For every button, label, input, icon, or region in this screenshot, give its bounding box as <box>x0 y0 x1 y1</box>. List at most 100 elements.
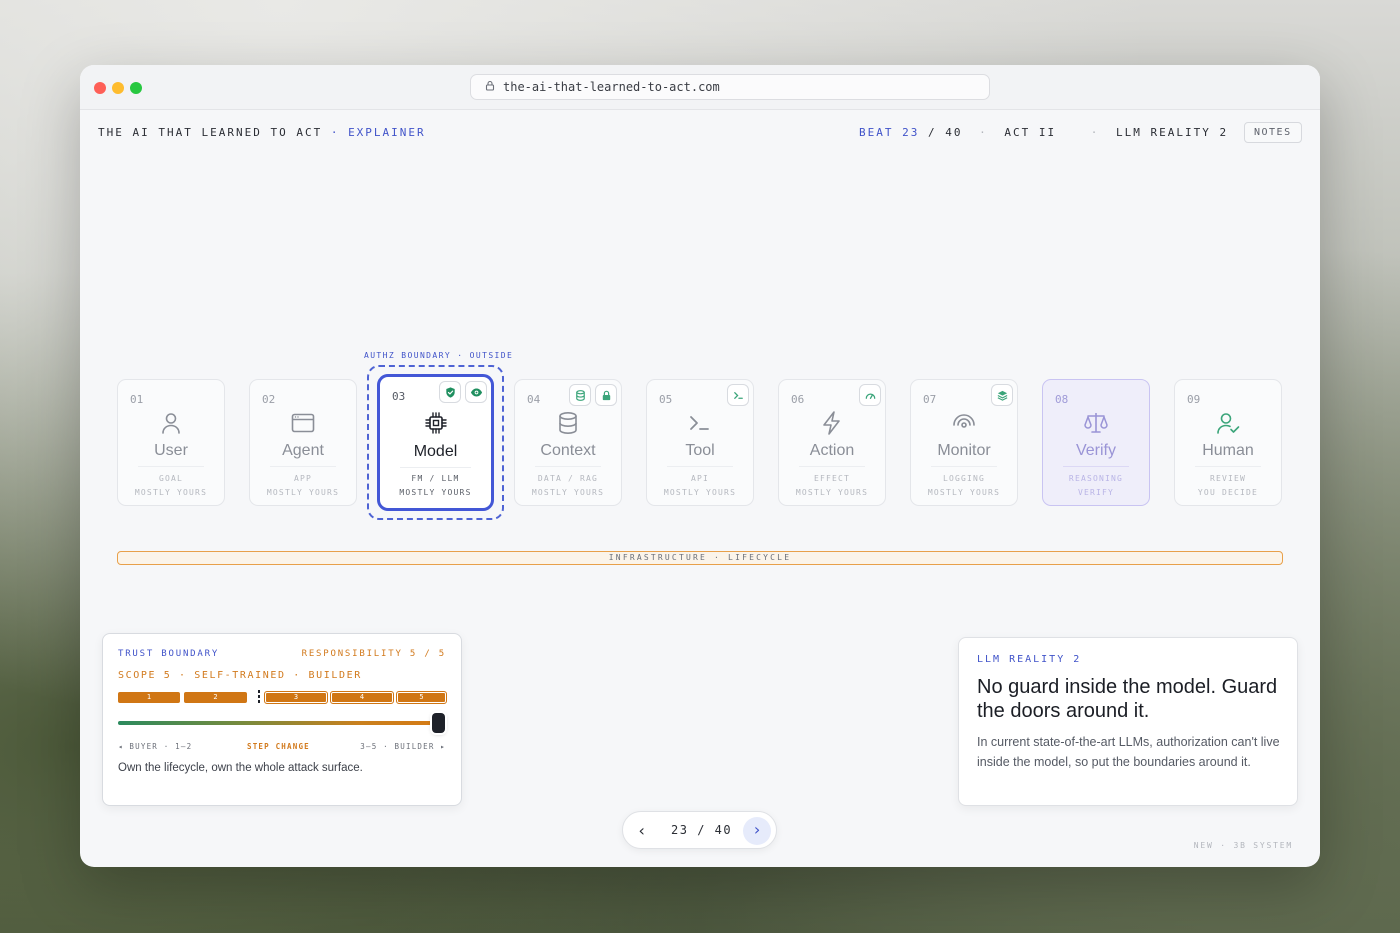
scale-step-change-label: STEP CHANGE <box>247 742 310 751</box>
pipeline-card-tool[interactable]: 05 Tool API MOSTLY YOURS <box>646 379 754 506</box>
card-number: 01 <box>130 393 144 406</box>
card-number: 08 <box>1055 393 1069 406</box>
reality-body: In current state-of-the-art LLMs, author… <box>977 735 1280 769</box>
next-button[interactable]: › <box>743 817 771 845</box>
reality-heading: No guard inside the model. Guard the doo… <box>977 676 1278 722</box>
nav-dot: · <box>1090 126 1100 139</box>
responsibility-score: RESPONSIBILITY 5 / 5 <box>301 649 446 659</box>
card-title: Human <box>1202 442 1254 459</box>
minimize-window-button[interactable] <box>112 82 124 94</box>
shield-check-icon <box>439 381 461 403</box>
card-title: Verify <box>1075 442 1116 459</box>
scope-segment-3[interactable]: 3 <box>264 691 328 704</box>
address-bar[interactable]: the-ai-that-learned-to-act.com <box>470 74 990 100</box>
previous-button[interactable]: ‹ <box>637 821 647 840</box>
card-ownership: YOU DECIDE <box>1197 488 1259 497</box>
card-role: GOAL <box>158 474 184 483</box>
brand-subtitle: EXPLAINER <box>348 126 426 139</box>
pipeline-card-action[interactable]: 06 Action EFFECT MOSTLY YOURS <box>778 379 886 506</box>
card-ownership: MOSTLY YOURS <box>399 488 472 497</box>
eye-icon <box>465 381 487 403</box>
card-title: Monitor <box>937 442 991 459</box>
card-role: API <box>690 474 710 483</box>
pipeline-card-monitor[interactable]: 07 Monitor LOGGING MOSTLY YOURS <box>910 379 1018 506</box>
close-window-button[interactable] <box>94 82 106 94</box>
card-number: 02 <box>262 393 276 406</box>
scale-icon <box>1083 410 1109 436</box>
browser-window: the-ai-that-learned-to-act.com THE AI TH… <box>80 65 1320 867</box>
trust-boundary-title: TRUST BOUNDARY <box>118 649 220 659</box>
url-text: the-ai-that-learned-to-act.com <box>503 80 720 94</box>
pipeline-card-human[interactable]: 09 Human REVIEW YOU DECIDE <box>1174 379 1282 506</box>
card-badges <box>439 381 487 403</box>
card-role: LOGGING <box>942 474 986 483</box>
card-badges <box>859 384 881 406</box>
scope-slider-thumb[interactable] <box>432 713 445 733</box>
card-role: EFFECT <box>813 474 851 483</box>
card-number: 04 <box>527 393 541 406</box>
scope-segment-5[interactable]: 5 <box>396 691 447 704</box>
gauge-icon <box>859 384 881 406</box>
maximize-window-button[interactable] <box>130 82 142 94</box>
card-ownership: MOSTLY YOURS <box>134 488 208 497</box>
scale-buyer-label: ◂ BUYER · 1–2 <box>118 742 193 751</box>
card-divider <box>270 466 336 467</box>
scope-segment-2[interactable]: 2 <box>184 692 247 703</box>
step-change-marker <box>258 690 260 705</box>
beat-current: 23 <box>902 126 920 139</box>
pipeline-card-context[interactable]: 04 Context DATA / RAG MOSTLY YOURS <box>514 379 622 506</box>
card-title: Action <box>809 442 855 459</box>
card-number: 09 <box>1187 393 1201 406</box>
trust-description: Own the lifecycle, own the whole attack … <box>118 762 363 774</box>
pipeline-card-user[interactable]: 01 User GOAL MOSTLY YOURS <box>117 379 225 506</box>
scope-segment-4[interactable]: 4 <box>330 691 394 704</box>
brand: THE AI THAT LEARNED TO ACT · EXPLAINER <box>98 126 426 139</box>
card-divider <box>1063 466 1129 467</box>
card-divider <box>138 466 204 467</box>
cpu-chip-icon <box>423 410 449 436</box>
slide-pager: ‹ 23 / 40 › <box>622 811 777 849</box>
pipeline-card-model[interactable]: 03 Model FM / LLM MOSTLY YOURS <box>377 374 494 511</box>
database-icon <box>555 410 581 436</box>
card-ownership: MOSTLY YOURS <box>927 488 1001 497</box>
title-bar: the-ai-that-learned-to-act.com <box>80 65 1320 110</box>
card-number: 07 <box>923 393 937 406</box>
page-count: 23 / 40 <box>671 823 732 837</box>
progress-indicator: BEAT 23 / 40 · ACT II · LLM REALITY 2 <box>859 126 1228 139</box>
pipeline-card-agent[interactable]: 02 Agent APP MOSTLY YOURS <box>249 379 357 506</box>
card-divider <box>799 466 865 467</box>
card-ownership: MOSTLY YOURS <box>663 488 737 497</box>
card-divider <box>931 466 997 467</box>
lightning-icon <box>819 410 845 436</box>
scale-builder-label: 3–5 · BUILDER ▸ <box>360 742 446 751</box>
lock-icon <box>485 80 495 94</box>
user-check-icon <box>1215 410 1241 436</box>
act-label: ACT II <box>1004 126 1057 139</box>
pipeline-card-verify[interactable]: 08 Verify REASONING VERIFY <box>1042 379 1150 506</box>
card-role: REASONING <box>1068 474 1124 483</box>
card-badges <box>991 384 1013 406</box>
trust-boundary-panel: TRUST BOUNDARY RESPONSIBILITY 5 / 5 SCOP… <box>102 633 462 806</box>
card-divider <box>535 466 601 467</box>
card-role: APP <box>293 474 313 483</box>
card-ownership: MOSTLY YOURS <box>266 488 340 497</box>
scope-segment-1[interactable]: 1 <box>118 692 180 703</box>
notes-button[interactable]: NOTES <box>1244 122 1302 143</box>
brand-title: THE AI THAT LEARNED TO ACT <box>98 126 323 139</box>
page-total: 40 <box>714 823 733 837</box>
card-role: REVIEW <box>1209 474 1247 483</box>
card-number: 06 <box>791 393 805 406</box>
card-badges <box>727 384 749 406</box>
lock-icon <box>595 384 617 406</box>
terminal-icon <box>687 410 713 436</box>
card-title: Tool <box>685 442 715 459</box>
brand-separator: · <box>330 126 340 139</box>
top-nav: THE AI THAT LEARNED TO ACT · EXPLAINER B… <box>80 110 1320 154</box>
authz-boundary-label: AUTHZ BOUNDARY · OUTSIDE <box>364 351 514 360</box>
beat-total: 40 <box>945 126 963 139</box>
card-divider <box>400 467 471 468</box>
reality-label: LLM REALITY 2 <box>977 654 1082 665</box>
card-number: 05 <box>659 393 673 406</box>
scope-slider-track[interactable] <box>118 721 438 725</box>
beat-separator: / <box>928 126 937 139</box>
